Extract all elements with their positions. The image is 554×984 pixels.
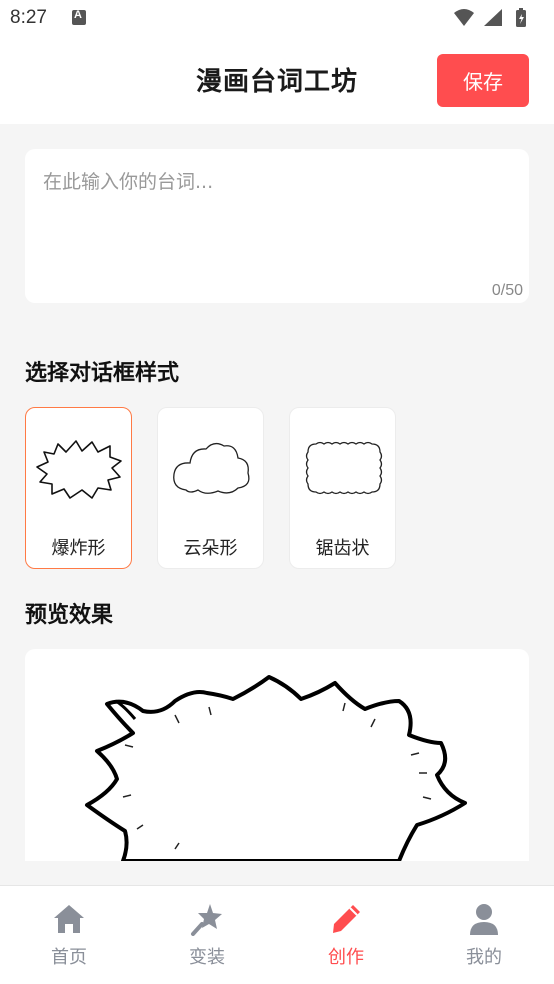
nav-item-dressup[interactable]: 变装 — [138, 886, 276, 984]
style-label: 锯齿状 — [315, 538, 370, 559]
style-option-explosion[interactable]: 爆炸形 — [25, 407, 132, 569]
preview-card — [25, 649, 529, 861]
jagged-bubble-icon — [305, 441, 383, 495]
explosion-bubble-preview — [85, 675, 467, 861]
nav-item-create[interactable]: 创作 — [277, 886, 415, 984]
signal-icon — [484, 9, 502, 26]
status-bar: 8:27 — [0, 0, 554, 38]
style-option-jagged[interactable]: 锯齿状 — [289, 407, 396, 569]
nav-label: 首页 — [51, 947, 87, 968]
battery-icon — [516, 8, 526, 27]
nav-label: 创作 — [328, 947, 364, 968]
status-icons — [454, 8, 526, 27]
dialogue-input-card: 0/50 — [25, 149, 529, 303]
nav-label: 变装 — [189, 947, 225, 968]
status-time: 8:27 — [10, 7, 47, 28]
wifi-icon — [454, 9, 474, 26]
save-button[interactable]: 保存 — [437, 54, 529, 107]
char-counter: 0/50 — [491, 282, 523, 299]
person-icon — [470, 904, 498, 935]
pencil-icon — [333, 905, 360, 933]
bottom-nav: 首页 变装 创作 我的 — [0, 885, 554, 984]
cloud-bubble-icon — [173, 442, 250, 494]
dialogue-input[interactable] — [43, 167, 511, 267]
style-option-cloud[interactable]: 云朵形 — [157, 407, 264, 569]
style-label: 爆炸形 — [51, 538, 106, 559]
explosion-bubble-icon — [36, 440, 122, 499]
style-label: 云朵形 — [183, 538, 238, 559]
app-header: 漫画台词工坊 保存 — [0, 38, 554, 124]
home-icon — [54, 905, 84, 933]
magic-star-icon — [191, 904, 222, 936]
notification-icon — [72, 9, 86, 25]
style-section-title: 选择对话框样式 — [25, 361, 180, 386]
nav-label: 我的 — [466, 947, 502, 968]
preview-section-title: 预览效果 — [25, 603, 114, 628]
nav-item-home[interactable]: 首页 — [0, 886, 138, 984]
nav-item-profile[interactable]: 我的 — [415, 886, 553, 984]
